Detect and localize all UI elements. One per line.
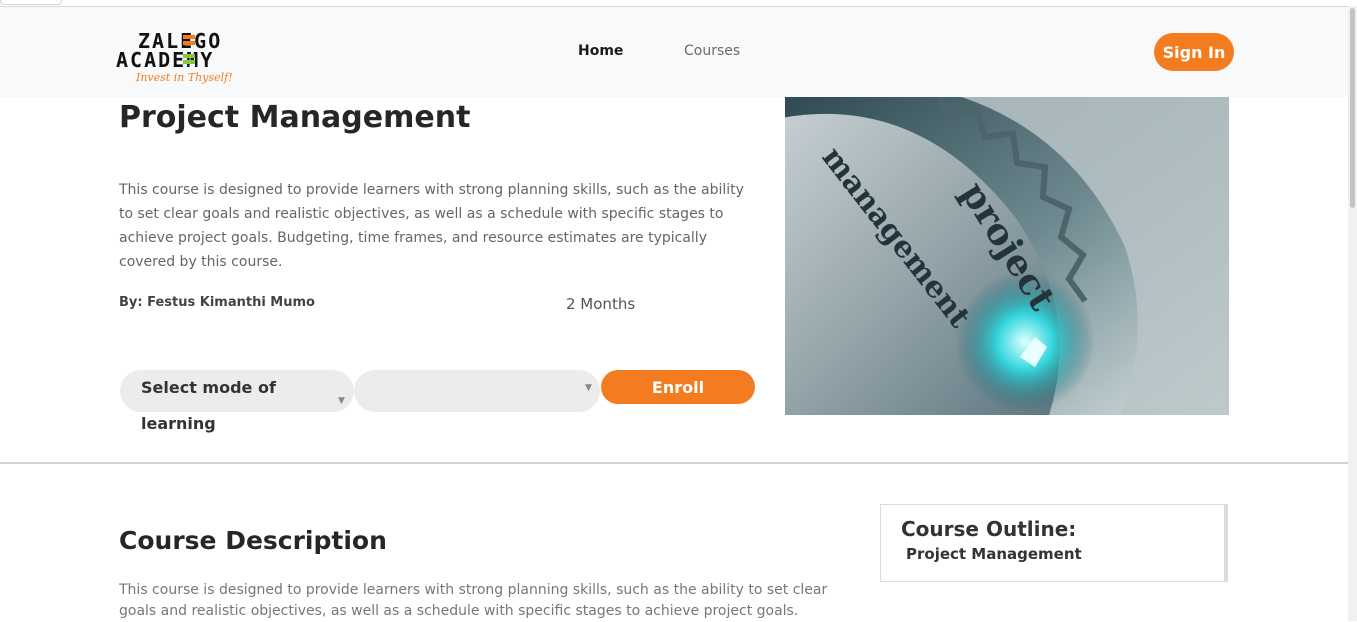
enroll-button[interactable]: Enroll [601,370,755,404]
tab-stub [0,0,62,5]
nav-courses-link[interactable]: Courses [684,43,740,59]
learning-mode-select[interactable]: Select mode of learning ▼ [120,370,354,433]
navbar: ZALEGO ACADEMY Invest in Thyself! Home C… [0,7,1348,97]
course-outline-title: Course Outline: [901,517,1077,541]
course-outline-card: Course Outline: Project Management [880,504,1228,582]
course-description-text: This course is designed to provide learn… [119,582,828,619]
browser-top-edge [0,0,1357,7]
gears-illustration: project management [785,97,1229,415]
course-title: Project Management [119,100,471,135]
course-description-title: Course Description [119,526,387,555]
logo-tagline: Invest in Thyself! [136,71,233,84]
schedule-select[interactable]: ▼ [354,370,600,412]
caret-down-icon: ▼ [338,396,345,406]
logo-line2: ACADEMY [116,48,215,72]
course-outline-item[interactable]: Project Management [906,545,1082,563]
learning-mode-select-value: Select mode of learning [141,378,276,433]
course-summary: This course is designed to provide learn… [119,182,744,270]
course-hero-image: project management [785,97,1229,415]
section-divider [0,462,1348,464]
sign-in-button[interactable]: Sign In [1154,33,1234,71]
page-scrollbar[interactable] [1348,6,1357,621]
logo-flag-bars-icon [183,35,195,64]
zalego-academy-logo[interactable]: ZALEGO ACADEMY Invest in Thyself! [116,31,246,92]
caret-down-icon: ▼ [585,383,592,393]
course-instructor: By: Festus Kimanthi Mumo [119,295,315,310]
scrollbar-thumb[interactable] [1350,8,1355,208]
nav-home-link[interactable]: Home [578,43,623,59]
course-duration: 2 Months [566,295,636,313]
